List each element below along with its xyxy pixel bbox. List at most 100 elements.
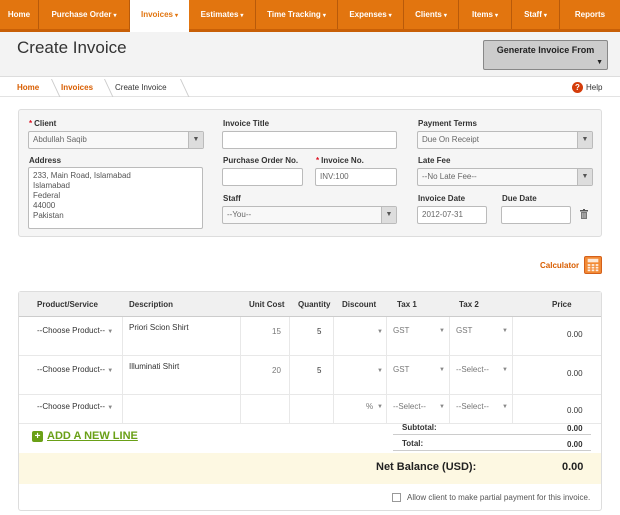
po-number-input[interactable] [222, 168, 303, 186]
nav-estimates-label: Estimates [200, 10, 239, 19]
due-date-input[interactable] [501, 206, 571, 224]
nav-expenses-label: Expenses [349, 10, 387, 19]
chevron-down-icon[interactable]: ▼ [377, 329, 383, 335]
breadcrumb-home[interactable]: Home [17, 83, 39, 92]
nav-invoices[interactable]: Invoices ▾ [130, 0, 189, 32]
help-link[interactable]: ? Help [572, 82, 602, 93]
col-tax1: Tax 1 [397, 300, 417, 309]
invoice-date-label: Invoice Date [418, 194, 466, 203]
late-fee-select[interactable]: --No Late Fee-- ▼ [417, 168, 593, 186]
product-select-value: --Choose Product-- [37, 326, 106, 335]
chevron-down-icon[interactable]: ▼ [439, 328, 445, 334]
nav-reports[interactable]: Reports [560, 0, 620, 29]
nav-time-tracking[interactable]: Time Tracking ▾ [256, 0, 338, 29]
address-field[interactable]: 233, Main Road, Islamabad Islamabad Fede… [28, 167, 203, 229]
nav-expenses[interactable]: Expenses ▾ [338, 0, 404, 29]
chevron-down-icon[interactable]: ▼ [439, 367, 445, 373]
chevron-down-icon[interactable]: ▼ [377, 404, 383, 410]
chevron-down-icon[interactable]: ▼ [502, 328, 508, 334]
quantity-input[interactable]: 5 [317, 366, 321, 375]
chevron-down-icon[interactable]: ▼ [377, 368, 383, 374]
trash-icon[interactable] [580, 209, 588, 219]
table-row: --Choose Product-- ▼ Illuminati Shirt 20… [19, 356, 601, 395]
chevron-down-icon[interactable]: ▼ [502, 404, 508, 410]
client-label: * Client [29, 119, 57, 128]
tax2-select[interactable]: --Select-- [456, 402, 489, 411]
description-input[interactable]: Illuminati Shirt [129, 362, 179, 371]
breadcrumb-current: Create Invoice [115, 83, 167, 92]
description-input[interactable]: Priori Scion Shirt [129, 323, 189, 332]
col-quantity: Quantity [298, 300, 331, 309]
price-value: 0.00 [567, 406, 583, 415]
nav-reports-label: Reports [574, 10, 606, 19]
partial-payment-label: Allow client to make partial payment for… [407, 493, 591, 502]
product-select[interactable]: --Choose Product-- ▼ [37, 402, 113, 411]
discount-input[interactable]: % [366, 402, 373, 411]
address-label: Address [29, 156, 62, 165]
nav-invoices-label: Invoices [140, 10, 173, 19]
invoice-date-input[interactable]: 2012-07-31 [417, 206, 487, 224]
invoice-title-label: Invoice Title [223, 119, 270, 128]
address-line: 233, Main Road, Islamabad [33, 171, 131, 180]
help-icon: ? [572, 82, 583, 93]
unit-cost-input[interactable]: 20 [272, 366, 281, 375]
nav-clients-label: Clients [415, 10, 442, 19]
breadcrumb-invoices[interactable]: Invoices [61, 83, 93, 92]
unit-cost-input[interactable]: 15 [272, 327, 281, 336]
staff-label: Staff [223, 194, 241, 203]
total-value: 0.00 [567, 440, 583, 449]
tax2-select[interactable]: GST [456, 326, 472, 335]
net-balance-bar [19, 453, 601, 484]
client-select[interactable]: Abdullah Saqib ▼ [28, 131, 204, 149]
help-label: Help [586, 83, 603, 92]
nav-purchase-order[interactable]: Purchase Order ▾ [39, 0, 130, 29]
chevron-down-icon[interactable]: ▼ [439, 404, 445, 410]
staff-select[interactable]: --You-- ▼ [222, 206, 397, 224]
main-nav: Home Purchase Order ▾ Invoices ▾ Estimates… [0, 0, 620, 32]
tax1-select[interactable]: GST [393, 365, 409, 374]
net-balance-label: Net Balance (USD): [376, 461, 477, 473]
nav-clients[interactable]: Clients ▾ [404, 0, 459, 29]
nav-items-label: Items [472, 10, 493, 19]
col-discount: Discount [342, 300, 377, 309]
add-new-line-button[interactable]: + ADD A NEW LINE [32, 430, 138, 442]
partial-payment-checkbox[interactable] [392, 493, 401, 502]
product-select[interactable]: --Choose Product-- ▼ [37, 365, 113, 374]
invoice-number-label: * Invoice No. [316, 156, 364, 165]
invoice-number-input[interactable]: INV:100 [315, 168, 397, 186]
nav-estimates[interactable]: Estimates ▾ [189, 0, 256, 29]
price-value: 0.00 [567, 330, 583, 339]
chevron-down-icon: ▼ [596, 59, 603, 66]
chevron-down-icon: ▼ [107, 405, 114, 411]
nav-staff[interactable]: Staff ▾ [512, 0, 560, 29]
chevron-down-icon: ▾ [175, 13, 179, 19]
subtotal-value: 0.00 [567, 424, 583, 433]
price-value: 0.00 [567, 369, 583, 378]
client-label-text: Client [34, 119, 57, 128]
nav-items[interactable]: Items ▾ [459, 0, 512, 29]
chevron-down-icon: ▾ [443, 13, 447, 19]
chevron-down-icon: ▾ [322, 13, 326, 19]
nav-home[interactable]: Home [0, 0, 39, 29]
generate-invoice-label: Generate Invoice From [496, 45, 595, 55]
table-header: Product/Service Description Unit Cost Qu… [19, 292, 601, 317]
payment-terms-select[interactable]: Due On Receipt ▼ [417, 131, 593, 149]
chevron-down-icon: ▾ [240, 13, 244, 19]
po-number-label: Purchase Order No. [223, 156, 299, 165]
client-select-value: Abdullah Saqib [33, 135, 87, 144]
calculator-link[interactable]: Calculator [540, 261, 579, 270]
chevron-down-icon: ▼ [577, 132, 592, 148]
tax1-select[interactable]: --Select-- [393, 402, 426, 411]
chevron-down-icon[interactable]: ▼ [502, 367, 508, 373]
net-balance-value: 0.00 [562, 461, 584, 473]
add-new-line-label: ADD A NEW LINE [47, 430, 138, 442]
chevron-down-icon: ▾ [113, 13, 117, 19]
invoice-title-input[interactable] [222, 131, 397, 149]
tax1-select[interactable]: GST [393, 326, 409, 335]
chevron-down-icon: ▾ [388, 13, 392, 19]
tax2-select[interactable]: --Select-- [456, 365, 489, 374]
generate-invoice-button[interactable]: Generate Invoice From ▼ [483, 40, 608, 70]
quantity-input[interactable]: 5 [317, 327, 321, 336]
product-select[interactable]: --Choose Product-- ▼ [37, 326, 113, 335]
calculator-icon[interactable] [584, 256, 602, 274]
